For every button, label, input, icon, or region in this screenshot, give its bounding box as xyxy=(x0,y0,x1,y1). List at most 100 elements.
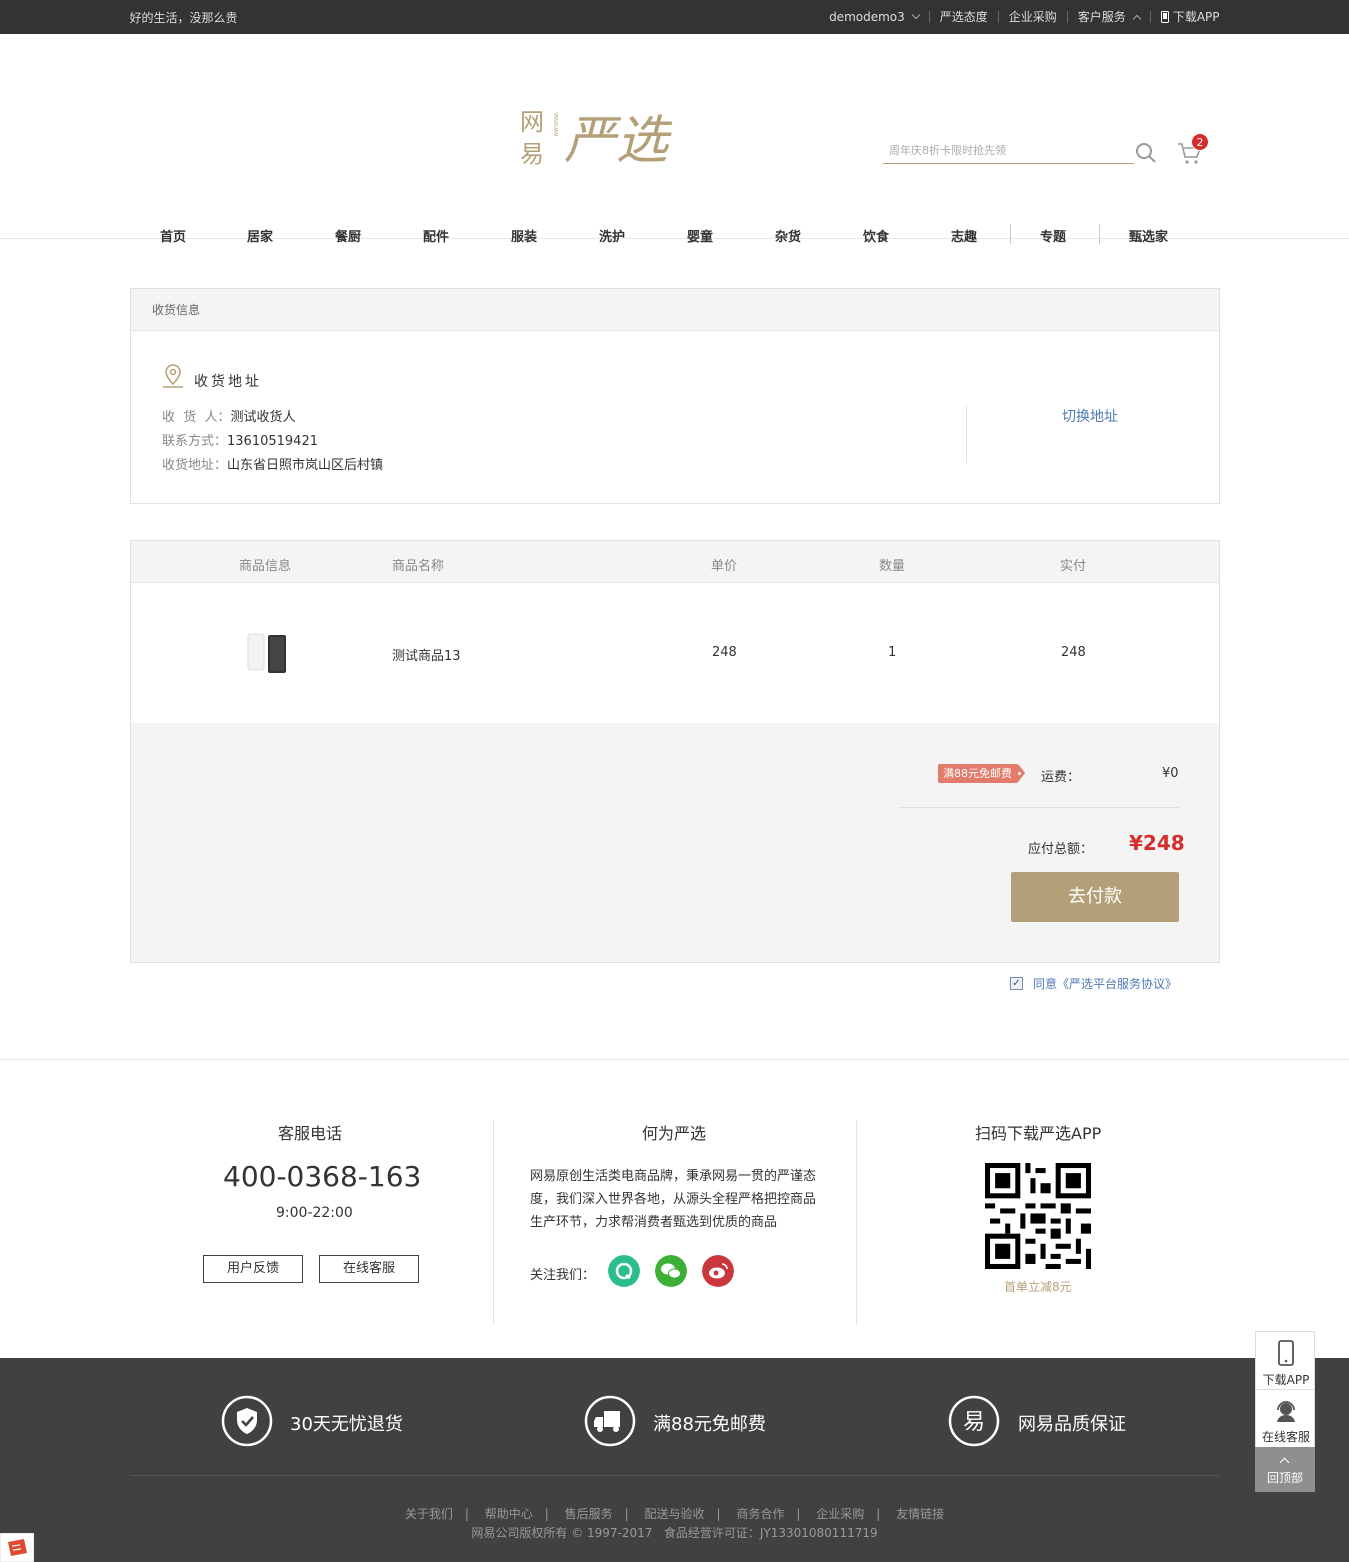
order-items-panel: 商品信息 商品名称 单价 数量 实付 测试商品13 248 1 248 xyxy=(130,540,1220,724)
order-summary: 满88元免邮费 运费： ¥0 应付总额： ¥248 去付款 xyxy=(130,723,1220,963)
chevron-up-icon xyxy=(1279,1457,1290,1468)
svg-text:易: 易 xyxy=(520,140,544,168)
divider xyxy=(966,405,967,463)
floating-sidebar: 下载APP 在线客服 回顶部 xyxy=(1255,1331,1315,1492)
copyright: 网易公司版权所有 © 1997-2017 食品经营许可证：JY133010801… xyxy=(471,1526,878,1540)
header-product-info: 商品信息 xyxy=(239,559,292,574)
search-icon[interactable] xyxy=(1135,142,1157,164)
table-header: 商品信息 商品名称 单价 数量 实付 xyxy=(131,541,1219,583)
shipping-info-panel: 收货信息 收货地址 收 货 人：测试收货人 联系方式：13610519421 收… xyxy=(130,288,1220,504)
link-enterprise[interactable]: 企业采购 xyxy=(997,11,1067,23)
service-hours: 9:00-22:00 xyxy=(276,1205,353,1221)
service-quality: 网易品质保证 xyxy=(1018,1414,1126,1435)
nav-item-hobby[interactable]: 志趣 xyxy=(951,226,977,245)
footer-link-business[interactable]: 商务合作 xyxy=(736,1507,784,1521)
corner-widget-icon[interactable] xyxy=(0,1533,34,1562)
footer-link-aftersale[interactable]: 售后服务 xyxy=(565,1507,613,1521)
total-label: 应付总额： xyxy=(1028,842,1094,857)
link-download-app[interactable]: 下载APP xyxy=(1149,11,1220,23)
footer-link-about[interactable]: 关于我们 xyxy=(405,1507,453,1521)
header: 网 易 YANXUAN 严选 周年庆8折卡限时抢先领 2 首页 居家 餐厨 配件… xyxy=(0,34,1349,245)
header-product-name: 商品名称 xyxy=(392,559,445,574)
search-input[interactable]: 周年庆8折卡限时抢先领 xyxy=(883,142,1134,164)
slogan: 好的生活，没那么贵 xyxy=(129,10,238,25)
svg-text:网: 网 xyxy=(520,108,544,136)
phone-icon xyxy=(1278,1340,1294,1366)
nav-item-kitchen[interactable]: 餐厨 xyxy=(335,226,361,245)
agreement: ✓ 同意《严选平台服务协议》 xyxy=(1010,975,1177,992)
location-pin-icon xyxy=(163,364,183,388)
nav-item-food[interactable]: 饮食 xyxy=(863,226,889,245)
about-title: 何为严选 xyxy=(642,1124,707,1143)
divider xyxy=(856,1120,857,1325)
svg-text:严选: 严选 xyxy=(564,111,673,168)
address-section-title: 收货地址 xyxy=(194,374,262,390)
nav-item-accessories[interactable]: 配件 xyxy=(423,226,449,245)
service-phone-number: 400-0368-163 xyxy=(223,1160,422,1193)
qr-code xyxy=(985,1163,1091,1269)
agree-checkbox[interactable]: ✓ xyxy=(1010,977,1023,990)
free-shipping-tag: 满88元免邮费 xyxy=(938,764,1025,783)
about-text: 网易原创生活类电商品牌，秉承网易一贯的严谨态 度，我们深入世界各地，从源头全程严… xyxy=(530,1169,817,1230)
wechat-icon[interactable] xyxy=(655,1255,687,1287)
truck-icon xyxy=(584,1395,636,1447)
nav-divider xyxy=(1010,224,1011,244)
paid-amount: 248 xyxy=(1061,645,1086,660)
receiver-line: 收 货 人：测试收货人 xyxy=(162,410,296,425)
sidebar-download-app[interactable]: 下载APP xyxy=(1255,1331,1315,1389)
panel-title: 收货信息 xyxy=(131,289,1219,331)
customer-service-icon xyxy=(1277,1401,1295,1422)
nav-divider xyxy=(1099,224,1100,244)
yixin-icon[interactable] xyxy=(608,1255,640,1287)
shield-check-icon xyxy=(221,1395,273,1447)
follow-us-label: 关注我们： xyxy=(530,1268,596,1283)
svg-text:易: 易 xyxy=(963,1410,985,1435)
nav-item-home[interactable]: 首页 xyxy=(160,226,186,245)
header-paid: 实付 xyxy=(1060,559,1087,574)
nav-item-baby[interactable]: 婴童 xyxy=(687,226,713,245)
total-amount: ¥248 xyxy=(1129,831,1185,855)
switch-address-link[interactable]: 切换地址 xyxy=(1062,406,1118,426)
brand-logo[interactable]: 网 易 YANXUAN 严选 xyxy=(518,106,703,168)
weibo-icon[interactable] xyxy=(702,1255,734,1287)
nav-item-care[interactable]: 洗护 xyxy=(599,226,625,245)
link-customer-service[interactable]: 客户服务 xyxy=(1066,11,1150,23)
nav-item-sundries[interactable]: 杂货 xyxy=(775,226,801,245)
service-free-shipping: 满88元免邮费 xyxy=(653,1414,766,1435)
quantity: 1 xyxy=(888,645,897,660)
link-attitude[interactable]: 严选态度 xyxy=(928,11,998,23)
nav-item-selected[interactable]: 甄选家 xyxy=(1129,226,1168,245)
quality-icon: 易 xyxy=(948,1395,1000,1447)
feedback-button[interactable]: 用户反馈 xyxy=(203,1255,303,1283)
divider xyxy=(899,807,1180,808)
svg-text:YANXUAN: YANXUAN xyxy=(552,111,558,136)
chevron-down-icon xyxy=(911,10,921,20)
footer-link-delivery[interactable]: 配送与验收 xyxy=(644,1507,704,1521)
agreement-link[interactable]: 同意《严选平台服务协议》 xyxy=(1033,975,1177,992)
pay-button[interactable]: 去付款 xyxy=(1011,872,1179,922)
divider xyxy=(493,1120,494,1325)
phone-icon xyxy=(1160,11,1169,23)
footer-link-help[interactable]: 帮助中心 xyxy=(485,1507,533,1521)
unit-price: 248 xyxy=(712,645,737,660)
footer-link-enterprise[interactable]: 企业采购 xyxy=(816,1507,864,1521)
footer-link-friends[interactable]: 友情链接 xyxy=(896,1507,944,1521)
qr-title: 扫码下载严选APP xyxy=(975,1124,1102,1143)
product-name[interactable]: 测试商品13 xyxy=(392,645,461,664)
nav-item-clothing[interactable]: 服装 xyxy=(511,226,537,245)
online-service-button[interactable]: 在线客服 xyxy=(319,1255,419,1283)
main-nav: 首页 居家 餐厨 配件 服装 洗护 婴童 杂货 饮食 志趣 专题 甄选家 xyxy=(130,224,1220,246)
sidebar-online-service[interactable]: 在线客服 xyxy=(1255,1389,1315,1447)
shipping-label: 运费： xyxy=(1041,770,1081,785)
header-quantity: 数量 xyxy=(879,559,906,574)
service-phone-title: 客服电话 xyxy=(278,1124,343,1143)
divider xyxy=(130,1475,1220,1476)
product-thumbnail[interactable] xyxy=(246,632,290,676)
nav-item-topics[interactable]: 专题 xyxy=(1040,226,1066,245)
address-line: 收货地址：山东省日照市岚山区后村镇 xyxy=(162,458,384,473)
table-row: 测试商品13 248 1 248 xyxy=(131,583,1219,723)
back-to-top-button[interactable]: 回顶部 xyxy=(1255,1447,1315,1492)
user-menu[interactable]: demodemo3 xyxy=(819,10,929,23)
top-bar: 好的生活，没那么贵 demodemo3 严选态度 企业采购 客户服务 下载APP xyxy=(0,0,1349,34)
nav-item-home-goods[interactable]: 居家 xyxy=(247,226,273,245)
